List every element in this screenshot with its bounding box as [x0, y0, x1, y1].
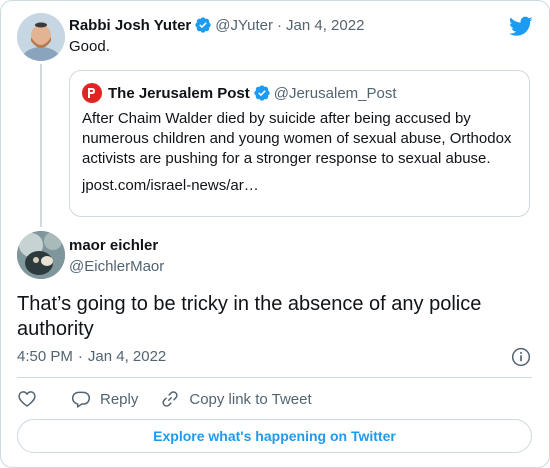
- like-heart-icon: [18, 391, 36, 407]
- reply-label: Reply: [100, 390, 139, 408]
- parent-author-name[interactable]: Rabbi Josh Yuter: [69, 17, 191, 34]
- reply-button[interactable]: Reply: [71, 389, 138, 409]
- main-author-handle[interactable]: @EichlerMaor: [69, 258, 164, 275]
- tweet-date[interactable]: Jan 4, 2022: [88, 348, 166, 365]
- verified-badge-icon: [254, 85, 270, 101]
- parent-tweet-header: Rabbi Josh Yuter @JYuter · Jan 4, 2022: [69, 16, 364, 34]
- reply-icon: [71, 391, 91, 408]
- main-tweet-text: That’s going to be tricky in the absence…: [17, 293, 482, 340]
- like-button[interactable]: [17, 389, 37, 409]
- twitter-logo-icon[interactable]: [509, 14, 533, 38]
- quoted-tweet-header: The Jerusalem Post @Jerusalem_Post: [82, 83, 397, 103]
- explore-twitter-button[interactable]: Explore what's happening on Twitter: [17, 419, 532, 453]
- parent-author-avatar[interactable]: [17, 13, 65, 61]
- quoted-tweet-text: After Chaim Walder died by suicide after…: [82, 110, 512, 167]
- parent-tweet-date[interactable]: Jan 4, 2022: [286, 17, 364, 34]
- header-separator: ·: [277, 16, 283, 34]
- divider: [17, 377, 532, 378]
- main-author-avatar[interactable]: [17, 231, 65, 279]
- tweet-actions: Reply Copy link to Tweet: [17, 387, 312, 411]
- tweet-time[interactable]: 4:50 PM: [17, 348, 73, 365]
- main-author-name[interactable]: maor eichler: [69, 237, 158, 254]
- copy-link-button[interactable]: Copy link to Tweet: [160, 389, 312, 409]
- jerusalem-post-logo-icon: [82, 83, 102, 103]
- timestamp-separator: ·: [77, 348, 83, 365]
- copy-link-label: Copy link to Tweet: [189, 390, 312, 408]
- link-icon: [162, 391, 178, 407]
- quoted-author-name[interactable]: The Jerusalem Post: [108, 85, 250, 102]
- quoted-tweet[interactable]: The Jerusalem Post @Jerusalem_Post After…: [69, 70, 530, 217]
- verified-badge-icon: [195, 17, 211, 33]
- tweet-timestamp[interactable]: 4:50 PM · Jan 4, 2022: [17, 348, 166, 365]
- thread-connector-line: [40, 64, 42, 227]
- parent-tweet-text: Good.: [69, 38, 110, 55]
- quoted-tweet-link[interactable]: jpost.com/israel-news/ar…: [82, 177, 259, 194]
- quoted-author-handle[interactable]: @Jerusalem_Post: [274, 85, 397, 102]
- info-icon[interactable]: [511, 347, 531, 367]
- parent-author-handle[interactable]: @JYuter: [215, 17, 273, 34]
